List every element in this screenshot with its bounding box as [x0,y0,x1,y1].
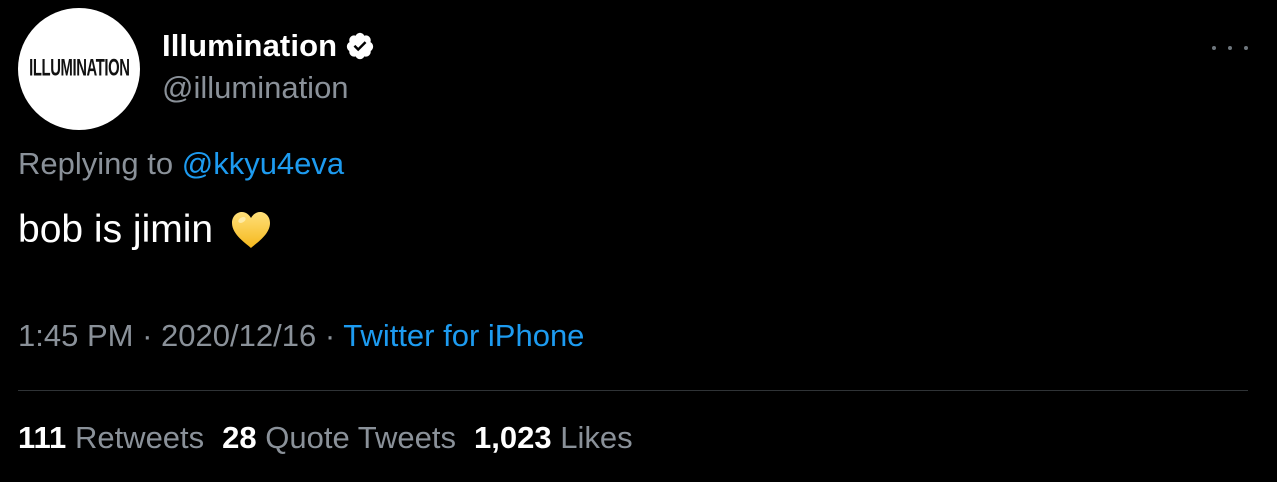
tweet-body: bob is jimin [18,208,214,251]
reply-mention-link[interactable]: @kkyu4eva [182,146,344,181]
author-name-row[interactable]: Illumination [162,26,375,66]
handle[interactable]: @illumination [162,70,349,106]
tweet-detail: ILLUMINATION Illumination @illumination … [0,0,1277,482]
more-dot [1228,46,1232,50]
tweet-source-link[interactable]: Twitter for iPhone [343,318,584,353]
retweets-label: Retweets [74,420,205,455]
illumination-logo: ILLUMINATION [28,55,130,82]
meta-separator: · [142,318,153,353]
divider [18,390,1248,391]
retweets-stat[interactable]: 111 Retweets [18,420,204,455]
tweet-text: bob is jimin [18,208,273,252]
more-dot [1212,46,1216,50]
avatar[interactable]: ILLUMINATION [18,8,140,130]
replying-prefix: Replying to [18,146,174,181]
more-dot [1244,46,1248,50]
replying-to: Replying to @kkyu4eva [18,146,344,182]
meta-separator: · [324,318,336,353]
quotes-label: Quote Tweets [265,420,456,455]
yellow-heart-icon [232,212,271,248]
more-options-icon[interactable] [1212,30,1248,66]
quotes-count: 28 [222,420,257,455]
tweet-date[interactable]: 2020/12/16 [161,318,316,353]
likes-label: Likes [560,420,633,455]
display-name[interactable]: Illumination [162,28,337,64]
retweets-count: 111 [18,420,67,455]
tweet-stats: 111 Retweets 28 Quote Tweets 1,023 Likes [18,420,633,456]
tweet-meta: 1:45 PM · 2020/12/16 · Twitter for iPhon… [18,318,584,354]
likes-count: 1,023 [474,420,552,455]
likes-stat[interactable]: 1,023 Likes [474,420,633,455]
tweet-time[interactable]: 1:45 PM [18,318,133,353]
quote-tweets-stat[interactable]: 28 Quote Tweets [222,420,456,455]
verified-badge-icon [347,32,374,60]
